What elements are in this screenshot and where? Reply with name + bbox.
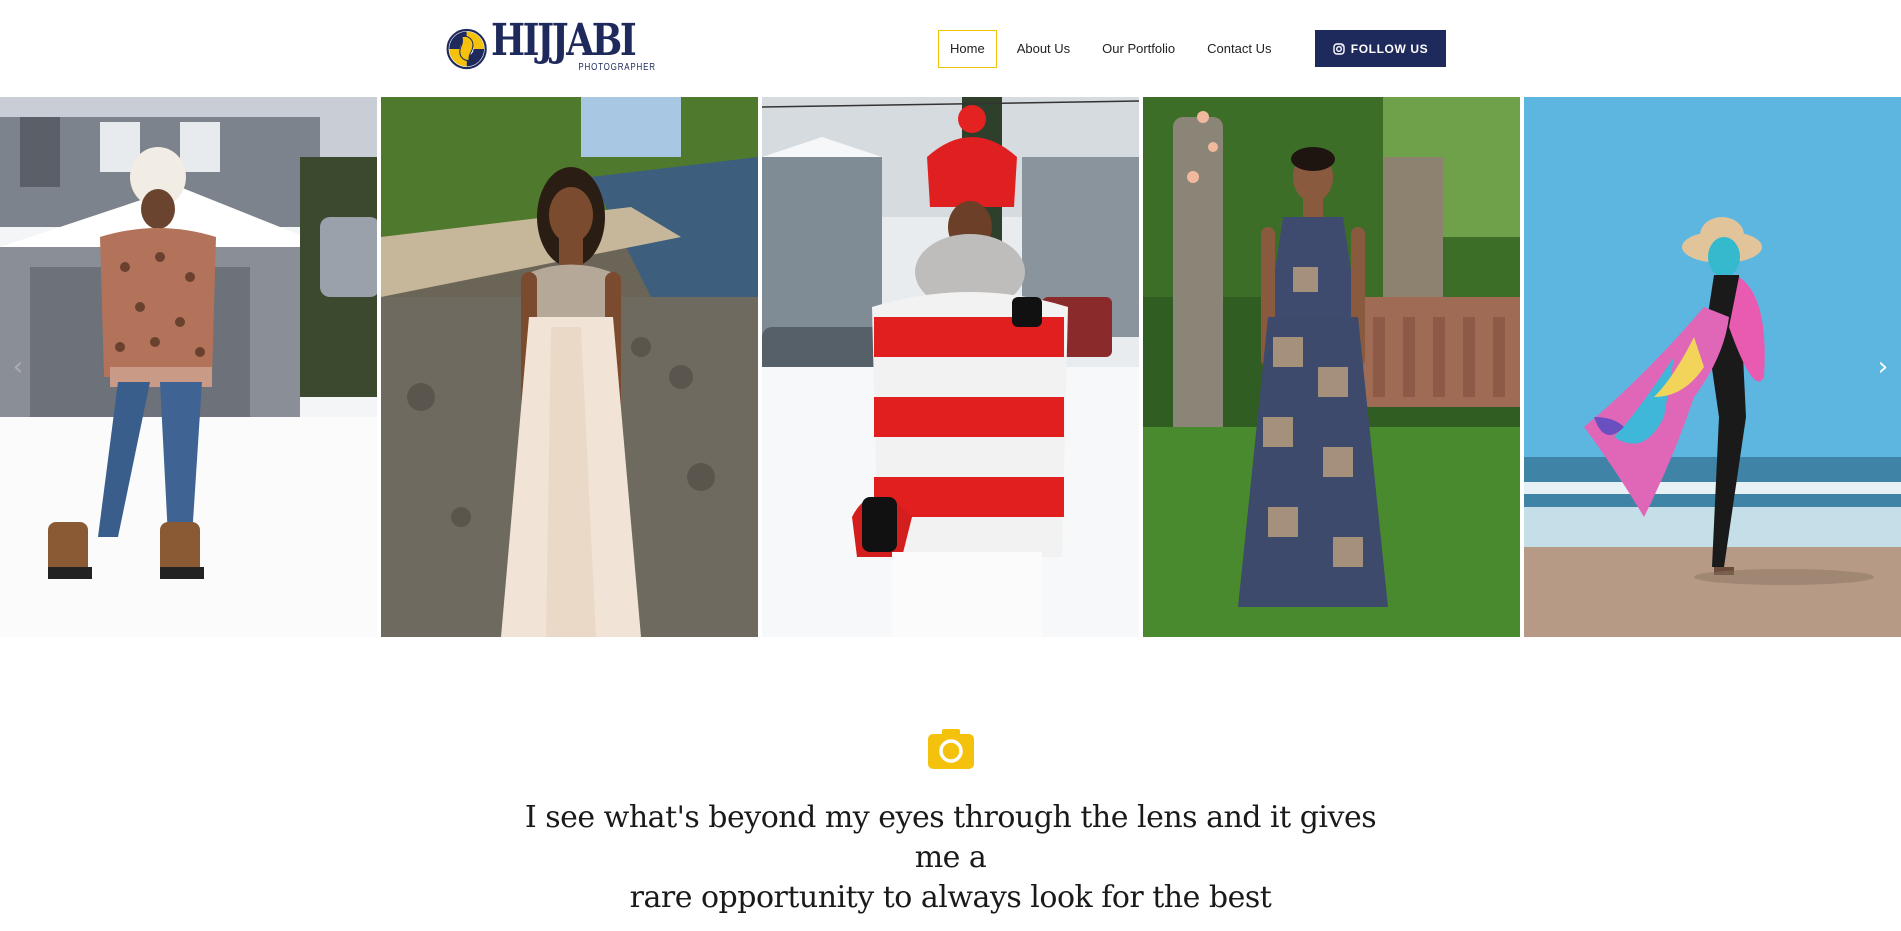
slide-red-striped-sweater[interactable] [762,97,1139,637]
slide-snow-leopard-sweater[interactable] [0,97,377,637]
site-header: HIJJABI PHOTOGRAPHER Home About Us Our P… [0,0,1901,97]
nav-our-portfolio[interactable]: Our Portfolio [1090,30,1187,68]
carousel-prev-button[interactable]: ‹ [4,347,32,387]
slide-beach-scarf[interactable] [1524,97,1901,637]
site-logo[interactable]: HIJJABI PHOTOGRAPHER [446,8,666,90]
slide-lakeside-gown[interactable] [381,97,758,637]
nav-about-us[interactable]: About Us [1005,30,1082,68]
instagram-icon [1333,42,1345,55]
main-nav: Home About Us Our Portfolio Contact Us [938,30,1283,68]
carousel-next-button[interactable]: › [1869,347,1897,387]
follow-us-button[interactable]: FOLLOW US [1315,30,1446,67]
logo-wordmark: HIJJABI [491,15,637,66]
chevron-right-icon: › [1877,352,1889,382]
slide-garden-print-dress[interactable] [1143,97,1520,637]
follow-us-label: FOLLOW US [1350,41,1429,56]
photographer-logo-icon [446,28,487,70]
chevron-left-icon: ‹ [12,352,24,382]
hero-carousel[interactable]: ‹ › [0,97,1901,637]
intro-quote-line-1: I see what's beyond my eyes through the … [524,800,1377,875]
intro-quote-line-2: rare opportunity to always look for the … [629,880,1272,915]
logo-tagline: PHOTOGRAPHER [578,62,656,73]
nav-contact-us[interactable]: Contact Us [1195,30,1283,68]
nav-home[interactable]: Home [938,30,997,68]
camera-icon [928,729,974,769]
intro-quote: I see what's beyond my eyes through the … [500,798,1401,918]
